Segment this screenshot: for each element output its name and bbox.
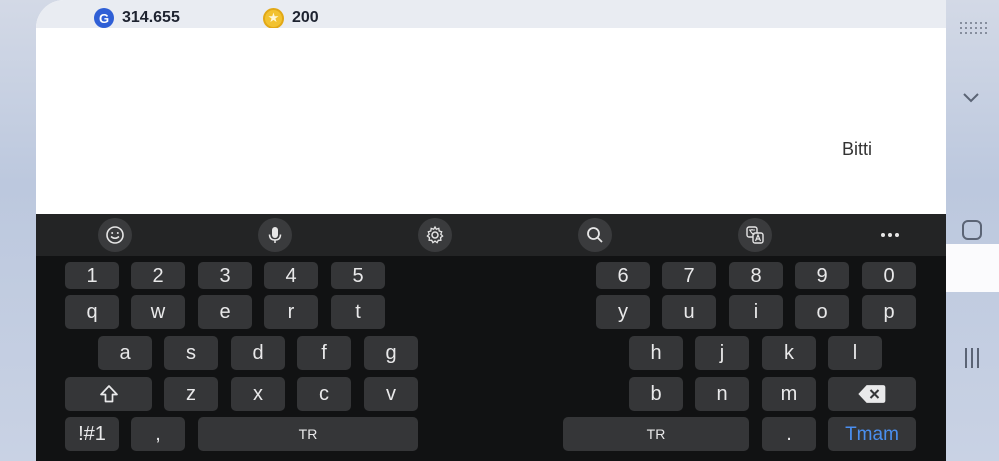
enter-key[interactable]: Tmam — [828, 417, 916, 451]
emoji-button[interactable] — [98, 218, 132, 252]
key-t[interactable]: t — [331, 295, 385, 329]
key-m[interactable]: m — [762, 377, 816, 411]
backspace-icon — [858, 385, 886, 403]
g-balance-value: 314.655 — [122, 9, 180, 26]
keyboard-toolbar — [36, 214, 946, 256]
settings-button[interactable] — [418, 218, 452, 252]
key-j[interactable]: j — [695, 336, 749, 370]
key-s[interactable]: s — [164, 336, 218, 370]
done-button[interactable]: Bitti — [842, 140, 872, 158]
key-5[interactable]: 5 — [331, 262, 385, 289]
g-balance: G 314.655 — [94, 8, 180, 28]
g-currency-icon: G — [94, 8, 114, 28]
coin-balance-value: 200 — [292, 9, 319, 26]
space-key-left[interactable]: TR — [198, 417, 418, 451]
key-g[interactable]: g — [364, 336, 418, 370]
key-c[interactable]: c — [297, 377, 351, 411]
emoji-icon — [106, 226, 124, 244]
content-area: Bitti — [56, 28, 924, 214]
period-key[interactable]: . — [762, 417, 816, 451]
home-nav-icon[interactable] — [962, 220, 982, 240]
key-k[interactable]: k — [762, 336, 816, 370]
voice-input-button[interactable] — [258, 218, 292, 252]
key-3[interactable]: 3 — [198, 262, 252, 289]
key-8[interactable]: 8 — [729, 262, 783, 289]
search-button[interactable] — [578, 218, 612, 252]
key-l[interactable]: l — [828, 336, 882, 370]
key-h[interactable]: h — [629, 336, 683, 370]
key-e[interactable]: e — [198, 295, 252, 329]
grip-icon[interactable] — [960, 22, 987, 36]
shift-icon — [99, 385, 118, 403]
key-f[interactable]: f — [297, 336, 351, 370]
microphone-icon — [268, 227, 282, 243]
app-window: G 314.655 ★ 200 Bitti — [36, 0, 946, 214]
key-6[interactable]: 6 — [596, 262, 650, 289]
keyboard: 1 2 3 4 5 6 7 8 9 0 q w e r t y u i o p … — [36, 214, 946, 461]
translate-icon — [746, 226, 764, 244]
star-coin-icon: ★ — [263, 7, 284, 29]
key-p[interactable]: p — [862, 295, 916, 329]
key-b[interactable]: b — [629, 377, 683, 411]
top-bar: G 314.655 ★ 200 — [36, 0, 946, 29]
symbols-key[interactable]: !#1 — [65, 417, 119, 451]
key-n[interactable]: n — [695, 377, 749, 411]
coin-balance: ★ 200 — [263, 7, 319, 29]
key-w[interactable]: w — [131, 295, 185, 329]
shift-key[interactable] — [65, 377, 152, 411]
key-0[interactable]: 0 — [862, 262, 916, 289]
key-7[interactable]: 7 — [662, 262, 716, 289]
key-v[interactable]: v — [364, 377, 418, 411]
key-r[interactable]: r — [264, 295, 318, 329]
side-panel-card — [946, 244, 999, 292]
comma-key[interactable]: , — [131, 417, 185, 451]
search-icon — [587, 227, 603, 243]
key-q[interactable]: q — [65, 295, 119, 329]
backspace-key[interactable] — [828, 377, 916, 411]
key-y[interactable]: y — [596, 295, 650, 329]
key-a[interactable]: a — [98, 336, 152, 370]
key-2[interactable]: 2 — [131, 262, 185, 289]
key-o[interactable]: o — [795, 295, 849, 329]
recents-nav-icon[interactable] — [961, 348, 983, 368]
key-d[interactable]: d — [231, 336, 285, 370]
chevron-down-icon[interactable] — [961, 90, 981, 110]
key-9[interactable]: 9 — [795, 262, 849, 289]
key-4[interactable]: 4 — [264, 262, 318, 289]
space-key-right[interactable]: TR — [563, 417, 749, 451]
key-u[interactable]: u — [662, 295, 716, 329]
key-x[interactable]: x — [231, 377, 285, 411]
side-panel — [946, 0, 999, 461]
gear-icon — [426, 225, 444, 244]
key-i[interactable]: i — [729, 295, 783, 329]
translate-button[interactable] — [738, 218, 772, 252]
more-icon[interactable] — [873, 218, 907, 252]
key-z[interactable]: z — [164, 377, 218, 411]
key-1[interactable]: 1 — [65, 262, 119, 289]
